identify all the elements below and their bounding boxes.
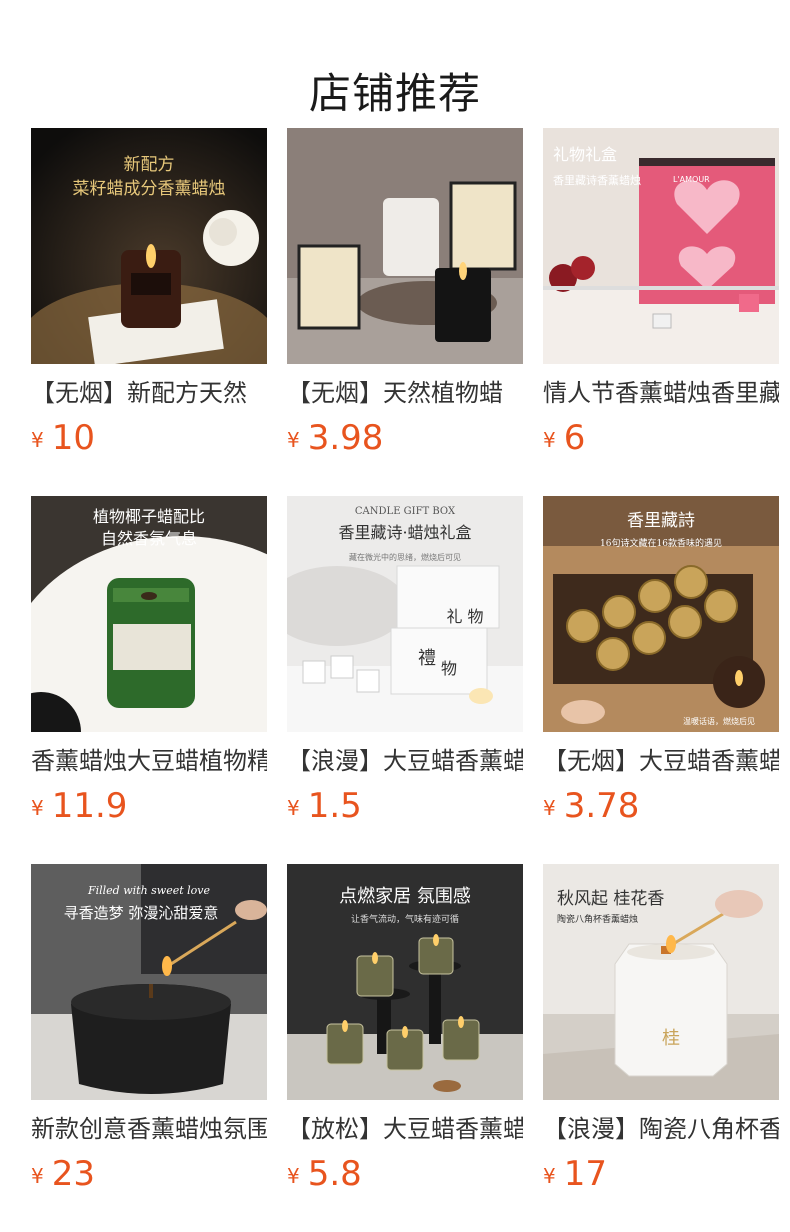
svg-text:礼 物: 礼 物 (446, 607, 483, 626)
svg-text:点燃家居 氛围感: 点燃家居 氛围感 (339, 886, 471, 907)
product-price: ¥10 (31, 416, 95, 460)
product-image[interactable]: 点燃家居 氛围感 让香气流动，气味有迹可循 (287, 864, 523, 1100)
image-overlay: 植物椰子蜡配比 自然香氛气息 (93, 507, 205, 548)
product-card[interactable]: Filled with sweet love 寻香造梦 弥漫沁甜爱意 新款创意香… (31, 864, 267, 1232)
product-image[interactable]: 香里藏詩 16句诗文藏在16款香味的遇见 温暖话语，燃烧后见 (543, 496, 779, 732)
svg-text:香里藏詩: 香里藏詩 (627, 511, 695, 531)
product-price: ¥5.8 (287, 1152, 362, 1196)
product-price: ¥3.98 (287, 416, 383, 460)
product-image[interactable]: 植物椰子蜡配比 自然香氛气息 (31, 496, 267, 732)
svg-text:物: 物 (441, 659, 457, 678)
product-card[interactable]: 秋风起 桂花香 陶瓷八角杯香薰蜡烛 桂 【浪漫】陶瓷八角杯香 ¥17 (543, 864, 779, 1232)
image-overlay: 点燃家居 氛围感 让香气流动，气味有迹可循 (339, 886, 471, 925)
product-image[interactable] (287, 128, 523, 364)
product-title[interactable]: 【无烟】大豆蜡香薰蜡 (543, 744, 779, 778)
product-image[interactable]: 礼物礼盒 香里藏诗香薰蜡烛 L'AMOUR (543, 128, 779, 364)
price-value: 10 (51, 418, 95, 458)
product-card[interactable]: 点燃家居 氛围感 让香气流动，气味有迹可循 【放松】大豆蜡香薰蜡 ¥5.8 (287, 864, 523, 1232)
image-overlay: 新配方 菜籽蜡成分香薰蜡烛 (73, 155, 226, 199)
product-title[interactable]: 【无烟】新配方天然 (31, 376, 267, 410)
product-title[interactable]: 香薰蜡烛大豆蜡植物精 (31, 744, 267, 778)
product-price: ¥6 (543, 416, 585, 460)
price-value: 3.98 (307, 418, 384, 458)
product-card[interactable]: 新配方 菜籽蜡成分香薰蜡烛 【无烟】新配方天然 ¥10 (31, 128, 267, 496)
product-grid: 新配方 菜籽蜡成分香薰蜡烛 【无烟】新配方天然 ¥10 【无烟】天然植物蜡 ¥ (31, 128, 779, 1232)
image-overlay: Filled with sweet love 寻香造梦 弥漫沁甜爱意 (64, 884, 219, 922)
price-value: 1.5 (307, 786, 362, 826)
svg-text:L'AMOUR: L'AMOUR (673, 175, 710, 184)
product-price: ¥1.5 (287, 784, 362, 828)
currency-symbol: ¥ (31, 796, 44, 820)
product-title[interactable]: 新款创意香薰蜡烛氛围 (31, 1112, 267, 1146)
currency-symbol: ¥ (287, 1164, 300, 1188)
image-overlay: 秋风起 桂花香 陶瓷八角杯香薰蜡烛 桂 (557, 889, 680, 1049)
price-value: 23 (51, 1154, 95, 1194)
product-image[interactable]: Filled with sweet love 寻香造梦 弥漫沁甜爱意 (31, 864, 267, 1100)
product-card[interactable]: 【无烟】天然植物蜡 ¥3.98 (287, 128, 523, 496)
svg-text:植物椰子蜡配比: 植物椰子蜡配比 (93, 507, 205, 526)
svg-text:陶瓷八角杯香薰蜡烛: 陶瓷八角杯香薰蜡烛 (557, 913, 638, 925)
product-card[interactable]: 香里藏詩 16句诗文藏在16款香味的遇见 温暖话语，燃烧后见 【无烟】大豆蜡香薰… (543, 496, 779, 864)
currency-symbol: ¥ (543, 1164, 556, 1188)
product-image[interactable]: 新配方 菜籽蜡成分香薰蜡烛 (31, 128, 267, 364)
price-value: 6 (563, 418, 586, 458)
currency-symbol: ¥ (31, 428, 44, 452)
product-image[interactable]: 秋风起 桂花香 陶瓷八角杯香薰蜡烛 桂 (543, 864, 779, 1100)
currency-symbol: ¥ (31, 1164, 44, 1188)
price-value: 5.8 (307, 1154, 362, 1194)
svg-text:CANDLE GIFT BOX: CANDLE GIFT BOX (355, 506, 456, 517)
image-overlay: CANDLE GIFT BOX 香里藏诗·蜡烛礼盒 藏在微光中的思绪，燃烧后可见… (338, 506, 483, 678)
svg-text:自然香氛气息: 自然香氛气息 (101, 529, 197, 548)
svg-text:秋风起 桂花香: 秋风起 桂花香 (557, 889, 664, 909)
image-overlay: 礼物礼盒 香里藏诗香薰蜡烛 L'AMOUR (553, 145, 710, 187)
currency-symbol: ¥ (287, 428, 300, 452)
svg-text:桂: 桂 (662, 1028, 680, 1049)
svg-text:寻香造梦 弥漫沁甜爱意: 寻香造梦 弥漫沁甜爱意 (64, 904, 219, 922)
svg-text:礼物礼盒: 礼物礼盒 (553, 145, 617, 164)
currency-symbol: ¥ (287, 796, 300, 820)
currency-symbol: ¥ (543, 796, 556, 820)
product-price: ¥23 (31, 1152, 95, 1196)
image-overlay: 香里藏詩 16句诗文藏在16款香味的遇见 温暖话语，燃烧后见 (600, 511, 755, 726)
product-price: ¥17 (543, 1152, 607, 1196)
product-title[interactable]: 【放松】大豆蜡香薰蜡 (287, 1112, 523, 1146)
svg-text:温暖话语，燃烧后见: 温暖话语，燃烧后见 (683, 716, 755, 726)
currency-symbol: ¥ (543, 428, 556, 452)
svg-text:16句诗文藏在16款香味的遇见: 16句诗文藏在16款香味的遇见 (600, 537, 722, 549)
price-value: 11.9 (51, 786, 128, 826)
product-price: ¥3.78 (543, 784, 639, 828)
product-title[interactable]: 【无烟】天然植物蜡 (287, 376, 523, 410)
svg-text:香里藏诗·蜡烛礼盒: 香里藏诗·蜡烛礼盒 (338, 523, 471, 542)
product-price: ¥11.9 (31, 784, 127, 828)
svg-text:禮: 禮 (418, 648, 436, 669)
product-card[interactable]: 植物椰子蜡配比 自然香氛气息 香薰蜡烛大豆蜡植物精 ¥11.9 (31, 496, 267, 864)
svg-text:Filled with sweet love: Filled with sweet love (87, 884, 211, 897)
product-title[interactable]: 【浪漫】陶瓷八角杯香 (543, 1112, 779, 1146)
page-title: 店铺推荐 (308, 69, 481, 119)
svg-text:藏在微光中的思绪，燃烧后可见: 藏在微光中的思绪，燃烧后可见 (349, 552, 461, 562)
price-value: 17 (563, 1154, 607, 1194)
svg-text:新配方: 新配方 (124, 155, 175, 175)
svg-text:菜籽蜡成分香薰蜡烛: 菜籽蜡成分香薰蜡烛 (73, 179, 226, 199)
product-card[interactable]: CANDLE GIFT BOX 香里藏诗·蜡烛礼盒 藏在微光中的思绪，燃烧后可见… (287, 496, 523, 864)
svg-text:让香气流动，气味有迹可循: 让香气流动，气味有迹可循 (351, 913, 459, 925)
product-title[interactable]: 情人节香薰蜡烛香里藏 (543, 376, 779, 410)
price-value: 3.78 (563, 786, 640, 826)
product-card[interactable]: 礼物礼盒 香里藏诗香薰蜡烛 L'AMOUR 情人节香薰蜡烛香里藏 ¥6 (543, 128, 779, 496)
product-title[interactable]: 【浪漫】大豆蜡香薰蜡 (287, 744, 523, 778)
svg-text:香里藏诗香薰蜡烛: 香里藏诗香薰蜡烛 (553, 173, 641, 187)
candle-photo-boxes (287, 128, 523, 364)
product-image[interactable]: CANDLE GIFT BOX 香里藏诗·蜡烛礼盒 藏在微光中的思绪，燃烧后可见… (287, 496, 523, 732)
